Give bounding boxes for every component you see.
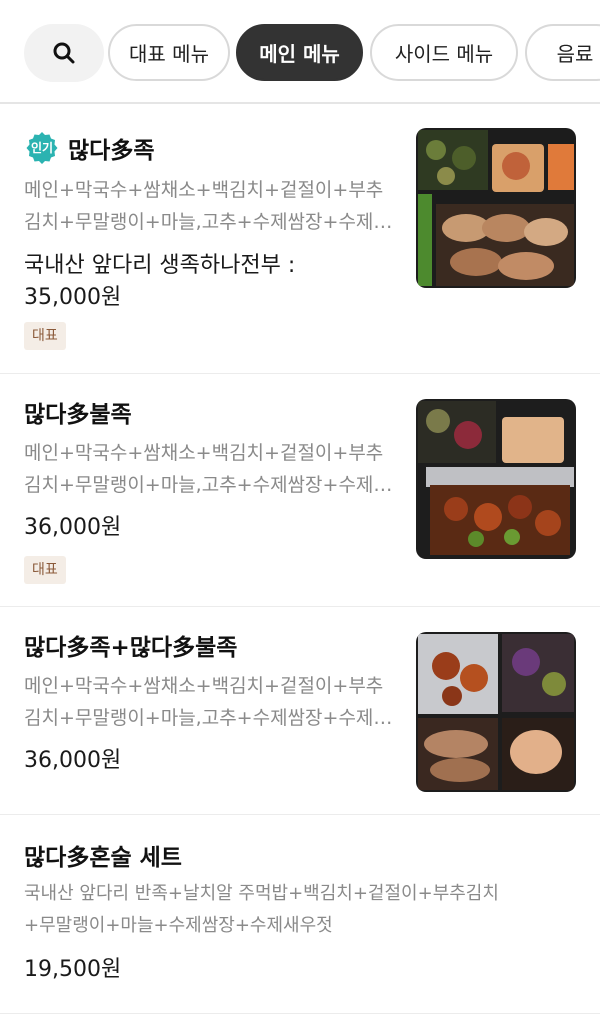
menu-item-description: 메인+막국수+쌈채소+백김치+겉절이+부추 김치+무말랭이+마늘,고추+수제쌈장… (24, 174, 404, 238)
price-line: 19,500원 (24, 957, 122, 982)
description-line: 김치+무말랭이+마늘,고추+수제쌈장+수제… (24, 707, 393, 729)
menu-item-name: 많다多족 (68, 138, 155, 164)
menu-item-name: 많다多혼술 세트 (24, 845, 182, 871)
description-line: 김치+무말랭이+마늘,고추+수제쌈장+수제… (24, 211, 393, 233)
popular-badge: 인기 (24, 130, 60, 166)
menu-item-name-row: 많다多혼술 세트 (24, 838, 182, 872)
menu-item-price: 36,000원 (24, 512, 404, 544)
menu-item-price: 국내산 앞다리 생족하나전부 : 35,000원 (24, 250, 404, 314)
menu-item-photo (416, 632, 576, 792)
description-line: 메인+막국수+쌈채소+백김치+겉절이+부추 (24, 442, 384, 464)
description-line: 김치+무말랭이+마늘,고추+수제쌈장+수제… (24, 474, 393, 496)
price-line: 36,000원 (24, 515, 122, 540)
menu-item[interactable]: 많다多불족 메인+막국수+쌈채소+백김치+겉절이+부추 김치+무말랭이+마늘,고… (0, 375, 600, 607)
search-icon (53, 42, 75, 64)
menu-item-price: 36,000원 (24, 745, 404, 777)
category-tab-main[interactable]: 메인 메뉴 (236, 24, 363, 81)
category-tab-signature[interactable]: 대표 메뉴 (108, 24, 230, 81)
price-line: 국내산 앞다리 생족하나전부 : (24, 253, 296, 278)
menu-item-photo (416, 399, 576, 559)
menu-item-photo (416, 128, 576, 288)
category-bar: 대표 메뉴 메인 메뉴 사이드 메뉴 음료 (0, 0, 600, 104)
menu-item-description: 메인+막국수+쌈채소+백김치+겉절이+부추 김치+무말랭이+마늘,고추+수제쌈장… (24, 437, 404, 501)
menu-item-name: 많다多불족 (24, 402, 132, 428)
category-tab-drinks[interactable]: 음료 (525, 24, 600, 81)
menu-item-price: 19,500원 (24, 954, 404, 986)
search-button[interactable] (24, 24, 104, 82)
description-line: +무말랭이+마늘+수제쌈장+수제새우젓 (24, 915, 333, 936)
price-line: 35,000원 (24, 285, 122, 310)
menu-item-name: 많다多족+많다多불족 (24, 635, 238, 661)
description-line: 국내산 앞다리 반족+날치알 주먹밥+백김치+겉절이+부추김치 (24, 883, 499, 904)
menu-item-name-row: 많다多족+많다多불족 (24, 628, 237, 662)
signature-tag: 대표 (24, 322, 66, 350)
price-line: 36,000원 (24, 748, 122, 773)
menu-item-description: 메인+막국수+쌈채소+백김치+겉절이+부추 김치+무말랭이+마늘,고추+수제쌈장… (24, 670, 404, 734)
description-line: 메인+막국수+쌈채소+백김치+겉절이+부추 (24, 675, 384, 697)
menu-item[interactable]: 인기 많다多족 메인+막국수+쌈채소+백김치+겉절이+부추 김치+무말랭이+마늘… (0, 106, 600, 374)
menu-item[interactable]: 많다多혼술 세트 국내산 앞다리 반족+날치알 주먹밥+백김치+겉절이+부추김치… (0, 816, 600, 1014)
menu-item[interactable]: 많다多족+많다多불족 메인+막국수+쌈채소+백김치+겉절이+부추 김치+무말랭이… (0, 608, 600, 815)
menu-item-name-row: 인기 많다多족 (24, 130, 154, 166)
category-tab-side[interactable]: 사이드 메뉴 (370, 24, 518, 81)
signature-tag: 대표 (24, 556, 66, 584)
menu-item-description: 국내산 앞다리 반족+날치알 주먹밥+백김치+겉절이+부추김치 +무말랭이+마늘… (24, 878, 584, 942)
description-line: 메인+막국수+쌈채소+백김치+겉절이+부추 (24, 179, 384, 201)
menu-item-name-row: 많다多불족 (24, 395, 132, 429)
popular-badge-label: 인기 (30, 141, 54, 155)
